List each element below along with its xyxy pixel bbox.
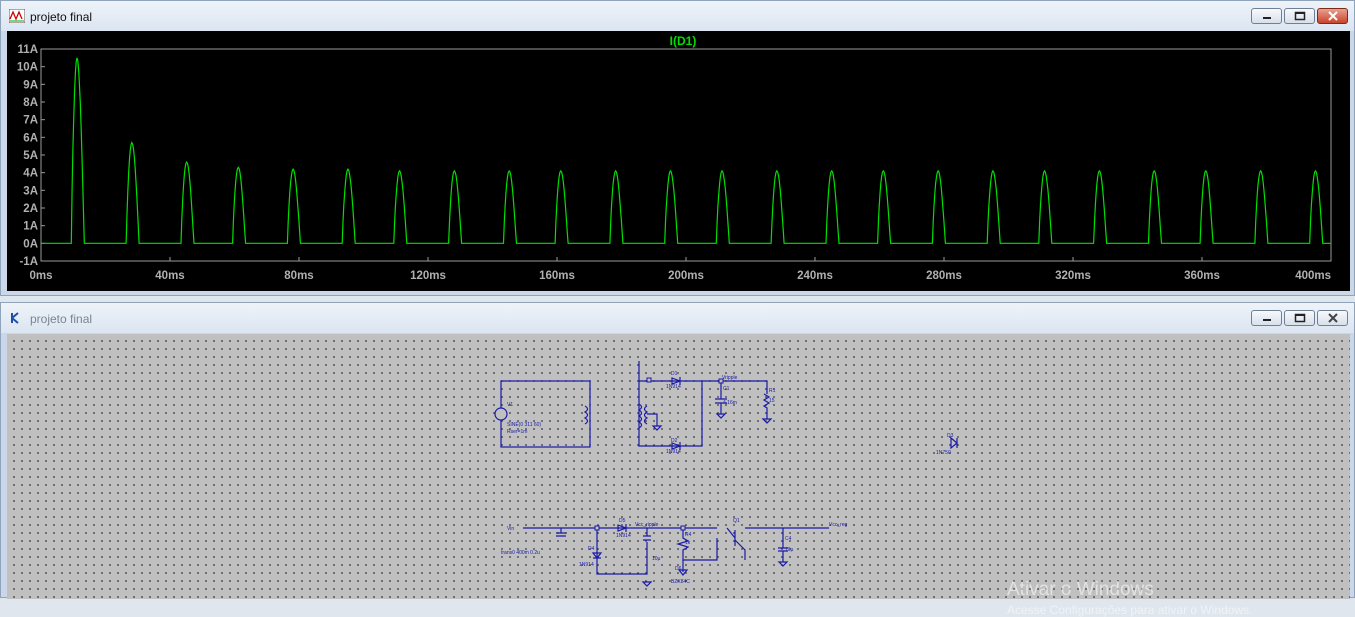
trace-i-d1[interactable] xyxy=(40,57,1332,244)
x-tick-label: 80ms xyxy=(284,270,313,282)
y-tick-label: 9A xyxy=(23,79,38,91)
close-icon xyxy=(1327,11,1338,21)
close-icon xyxy=(1327,313,1338,323)
comp-label: SINE(0 311 60) xyxy=(507,422,541,428)
window-title: projeto final xyxy=(30,312,93,326)
close-button[interactable] xyxy=(1317,8,1348,24)
waveform-plot[interactable]: I(D1) 11A 10A 9A 8A 7A 6A 5A 4A 3A 2A 1A 0A -1A 0ms 4… xyxy=(7,31,1350,291)
comp-label: C1 xyxy=(723,386,730,392)
comp-label: Vcc_ripple xyxy=(635,522,659,528)
minimize-icon xyxy=(1262,319,1271,321)
trace-label[interactable]: I(D1) xyxy=(670,34,697,48)
x-tick-label: 40ms xyxy=(155,270,184,282)
comp-label: Vcc_reg xyxy=(829,522,848,528)
y-tick-label: 3A xyxy=(23,185,38,197)
minimize-button[interactable] xyxy=(1251,8,1282,24)
window-title: projeto final xyxy=(30,10,93,24)
comp-label: D1 xyxy=(671,371,678,377)
maximize-button[interactable] xyxy=(1284,8,1315,24)
comp-label: R1 xyxy=(769,388,776,394)
maximize-icon xyxy=(1294,11,1305,21)
minimize-button[interactable] xyxy=(1251,310,1282,326)
y-tick-label: -1A xyxy=(19,256,38,268)
comp-label: Vripple xyxy=(722,375,738,381)
title-bar[interactable]: projeto final xyxy=(1,303,1354,333)
comp-label: D4 xyxy=(588,546,595,552)
y-tick-label: 2A xyxy=(23,203,38,215)
comp-label: 1N914 xyxy=(666,449,681,455)
waveform-window: projeto final I(D1) 11A 10A 9A 8A 7A 6A 5A 4A 3A… xyxy=(0,0,1355,296)
y-tick-label: 4A xyxy=(23,168,38,180)
comp-label: D3 xyxy=(947,433,954,439)
comp-label: 10µ xyxy=(785,547,794,553)
schematic-drawing[interactable]: V1 SINE(0 311 60) Rser=1m D1 1N914 D2 1N… xyxy=(7,334,1350,599)
comp-label: C4 xyxy=(785,536,792,542)
y-tick-label: 7A xyxy=(23,115,38,127)
x-tick-label: 0ms xyxy=(29,270,52,282)
y-tick-label: 5A xyxy=(23,150,38,162)
minimize-icon xyxy=(1262,17,1271,19)
regulator-circuit[interactable] xyxy=(523,524,829,587)
source-circuit[interactable] xyxy=(494,380,591,448)
rectifier-circuit[interactable] xyxy=(637,361,773,450)
comp-label: D2 xyxy=(671,438,678,444)
plot-frame xyxy=(40,48,1332,262)
y-tick-label: 11A xyxy=(18,44,38,56)
y-tick-label: 1A xyxy=(23,221,38,233)
comp-label: Vin xyxy=(507,526,514,532)
comp-label: R4 xyxy=(685,532,692,538)
x-tick-label: 200ms xyxy=(668,270,704,282)
schematic-window: projeto final V1 SINE(0 311 60) Rser=1m … xyxy=(0,302,1355,617)
x-tick-label: 360ms xyxy=(1184,270,1220,282)
diode-d3[interactable] xyxy=(950,436,958,450)
schematic-app-icon xyxy=(11,312,19,324)
comp-label: trans0 400m 0.2u xyxy=(501,550,540,556)
comp-label: 1N914 xyxy=(666,384,681,390)
schematic-canvas[interactable]: V1 SINE(0 311 60) Rser=1m D1 1N914 D2 1N… xyxy=(7,334,1350,617)
maximize-icon xyxy=(1294,313,1305,323)
comp-label: 10µ xyxy=(652,556,661,562)
maximize-button[interactable] xyxy=(1284,310,1315,326)
comp-label: Q1 xyxy=(733,518,740,524)
x-tick-label: 160ms xyxy=(539,270,575,282)
comp-label: Rser=1m xyxy=(507,429,527,435)
x-tick-label: 240ms xyxy=(797,270,833,282)
comp-label: 1k xyxy=(685,540,691,546)
comp-label: BZX84C xyxy=(671,579,690,585)
comp-label: 1N914 xyxy=(616,533,631,539)
x-tick-label: 120ms xyxy=(410,270,446,282)
waveform-app-icon xyxy=(9,9,25,23)
y-tick-label: 0A xyxy=(23,238,38,250)
comp-label: 1N914 xyxy=(579,562,594,568)
comp-label: V1 xyxy=(507,402,513,408)
windows-activation-subtitle: Acesse Configurações para ativar o Windo… xyxy=(1007,603,1253,617)
close-button[interactable] xyxy=(1317,310,1348,326)
x-tick-label: 320ms xyxy=(1055,270,1091,282)
y-tick-label: 8A xyxy=(23,97,38,109)
y-tick-label: 6A xyxy=(23,132,38,144)
comp-label: D5 xyxy=(619,518,626,524)
x-tick-label: 280ms xyxy=(926,270,962,282)
waveform-chart[interactable]: I(D1) 11A 10A 9A 8A 7A 6A 5A 4A 3A 2A 1A 0A -1A 0ms 4… xyxy=(7,31,1350,291)
x-tick-label: 400ms xyxy=(1295,270,1331,282)
comp-label: 15 xyxy=(769,398,775,404)
y-tick-label: 10A xyxy=(17,62,38,74)
comp-label: D6 xyxy=(675,566,682,572)
comp-label: 1N750 xyxy=(936,450,951,456)
comp-label: 4.16m xyxy=(723,400,737,406)
title-bar[interactable]: projeto final xyxy=(1,1,1354,31)
